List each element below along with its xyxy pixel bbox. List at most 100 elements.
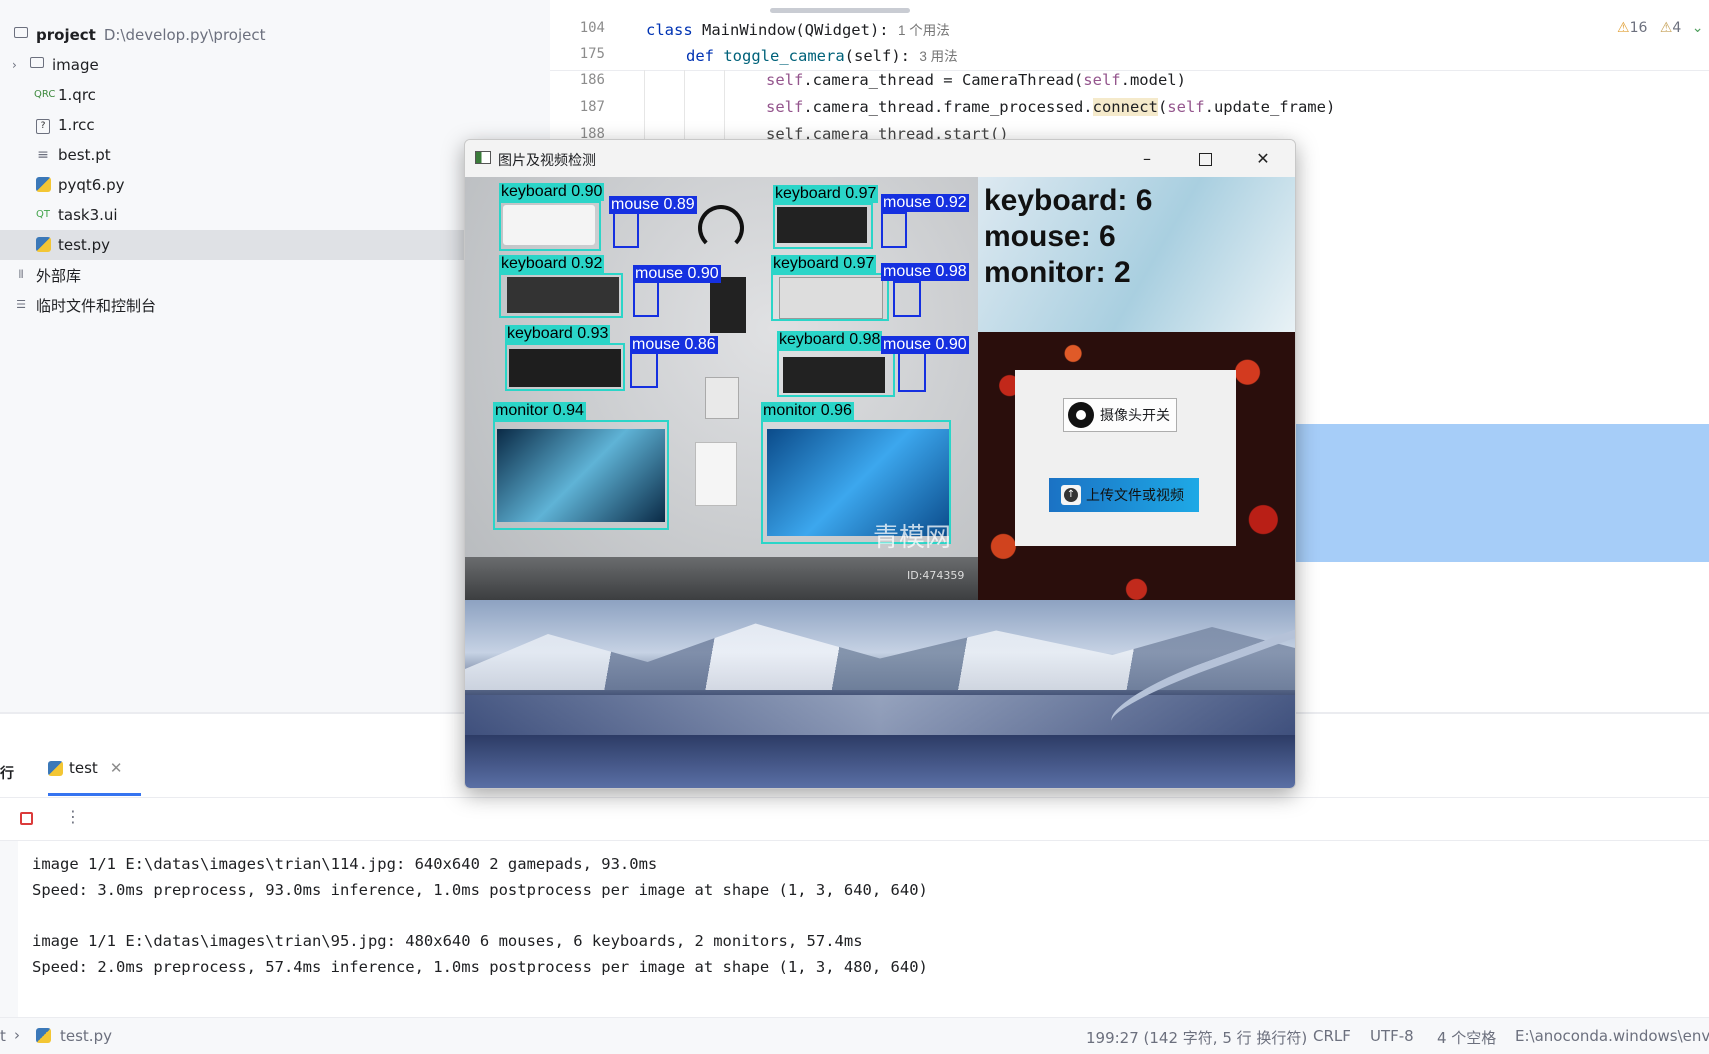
editor-drag-handle[interactable] <box>770 8 910 13</box>
breadcrumb-start[interactable]: t <box>0 1027 6 1045</box>
tree-item-best-pt[interactable]: ≡ best.pt <box>34 140 499 170</box>
tree-item-scratches[interactable]: ☰ 临时文件和控制台 <box>12 290 477 320</box>
code-text: (self): <box>844 47 910 65</box>
landscape-background <box>465 600 1295 788</box>
bbox-label: keyboard 0.92 <box>499 255 605 273</box>
counts-panel: keyboard: 6 mouse: 6 monitor: 2 <box>978 177 1295 332</box>
tree-item-task3-ui[interactable]: QT task3.ui <box>34 200 499 230</box>
sticky-class-line[interactable]: class MainWindow(QWidget): 1 个用法 <box>646 19 950 39</box>
tree-item-label: pyqt6.py <box>58 176 125 194</box>
controls-area: 摄像头开关 ↑ 上传文件或视频 <box>1015 370 1236 546</box>
code-text: .camera_thread = CameraThread( <box>803 71 1084 89</box>
chevron-right-icon[interactable]: › <box>12 58 24 72</box>
detection-window[interactable]: 图片及视频检测 – ✕ keyboard 0.90 mouse 0.89 key… <box>464 139 1296 789</box>
file-encoding[interactable]: UTF-8 <box>1370 1027 1414 1045</box>
console-line: Speed: 3.0ms preprocess, 93.0ms inferenc… <box>32 881 928 899</box>
weak-warning-count: 4 <box>1672 20 1682 36</box>
line-separator[interactable]: CRLF <box>1313 1027 1351 1045</box>
close-icon[interactable]: ✕ <box>1235 140 1291 177</box>
bbox-label: keyboard 0.97 <box>773 185 879 203</box>
folder-icon <box>28 57 46 73</box>
bbox-label: mouse 0.92 <box>881 194 969 212</box>
bbox-mouse <box>633 281 659 317</box>
usage-hint[interactable]: 3 用法 <box>919 49 957 64</box>
python-file-icon <box>48 760 63 776</box>
code-text: .model) <box>1120 71 1186 89</box>
bbox-label: mouse 0.89 <box>609 196 697 214</box>
indent-guide <box>684 70 685 140</box>
project-root[interactable]: project D:\develop.py\project <box>12 20 477 50</box>
breadcrumb-file[interactable]: test.py <box>60 1027 112 1045</box>
tab-test[interactable]: test ✕ <box>48 759 122 777</box>
console-line: image 1/1 E:\datas\images\trian\114.jpg:… <box>32 855 658 873</box>
code-line-186[interactable]: self.camera_thread = CameraThread(self.m… <box>766 71 1186 89</box>
tree-item-test-py[interactable]: test.py <box>0 230 465 260</box>
interpreter[interactable]: E:\anoconda.windows\envs <box>1515 1027 1709 1045</box>
tree-item-qrc[interactable]: QRC 1.qrc <box>34 80 499 110</box>
inspection-widget[interactable]: ⚠16 ⚠4 ⌄ <box>1617 20 1704 36</box>
console-line: image 1/1 E:\datas\images\trian\95.jpg: … <box>32 932 863 950</box>
minimize-icon[interactable]: – <box>1119 140 1175 177</box>
bbox-keyboard <box>777 349 895 397</box>
tab-label: test <box>69 759 98 777</box>
python-file-icon <box>34 177 52 193</box>
maximize-icon[interactable] <box>1177 140 1233 177</box>
library-icon: ⫴ <box>18 268 24 281</box>
qt-file-icon: QT <box>36 209 50 220</box>
line-number: 175 <box>579 46 605 62</box>
bbox-monitor <box>493 420 669 530</box>
usage-hint[interactable]: 1 个用法 <box>898 23 950 38</box>
camera-button-label: 摄像头开关 <box>1100 408 1170 424</box>
status-bar: t › test.py 199:27 (142 字符, 5 行 换行符) CRL… <box>0 1017 1709 1054</box>
bbox-label: keyboard 0.93 <box>505 325 611 343</box>
caret-position[interactable]: 199:27 (142 字符, 5 行 换行符) <box>1086 1027 1307 1048</box>
code-text: MainWindow(QWidget): <box>692 21 889 39</box>
tree-item-external-libs[interactable]: ⫴ 外部库 <box>12 260 477 290</box>
upload-button-label: 上传文件或视频 <box>1086 488 1184 504</box>
indent-guide <box>644 70 645 140</box>
upload-button[interactable]: ↑ 上传文件或视频 <box>1049 478 1199 512</box>
tree-item-label: 外部库 <box>36 266 82 285</box>
bbox-label: monitor 0.96 <box>761 402 854 420</box>
weak-warning-icon: ⚠ <box>1659 20 1673 36</box>
line-number: 186 <box>579 72 605 88</box>
warning-icon: ⚠ <box>1617 20 1630 36</box>
bbox-mouse <box>898 352 926 392</box>
more-options-icon[interactable]: ⋮ <box>65 807 81 826</box>
bbox-keyboard <box>499 201 601 251</box>
tree-item-label: test.py <box>58 236 110 254</box>
close-icon[interactable]: ✕ <box>110 759 123 777</box>
bbox-label: keyboard 0.98 <box>777 331 883 349</box>
upload-icon: ↑ <box>1061 485 1081 505</box>
camera-toggle-button[interactable]: 摄像头开关 <box>1063 398 1177 432</box>
image-id: ID:474359 <box>907 569 965 582</box>
window-titlebar[interactable]: 图片及视频检测 – ✕ <box>465 140 1295 177</box>
bbox-mouse <box>893 281 921 317</box>
indent-setting[interactable]: 4 个空格 <box>1437 1027 1496 1048</box>
bbox-keyboard <box>773 203 873 249</box>
folder-icon <box>12 27 30 43</box>
detection-image: keyboard 0.90 mouse 0.89 keyboard 0.97 m… <box>465 177 978 600</box>
sticky-def-line[interactable]: def toggle_camera(self): 3 用法 <box>686 45 958 65</box>
tree-item-pyqt6[interactable]: pyqt6.py <box>34 170 499 200</box>
camera-icon <box>1068 402 1094 428</box>
scratches-icon: ☰ <box>16 298 26 311</box>
run-tool-label[interactable]: 行 <box>0 763 14 783</box>
qrc-file-icon: QRC <box>34 89 56 100</box>
code-text: .update_frame) <box>1204 98 1336 116</box>
stop-icon[interactable] <box>20 812 33 825</box>
line-number: 187 <box>579 99 605 115</box>
bbox-label: mouse 0.90 <box>633 265 721 283</box>
tree-item-rcc[interactable]: ? 1.rcc <box>34 110 499 140</box>
highlighted-method: connect <box>1092 98 1158 116</box>
unknown-file-icon: ? <box>34 117 52 134</box>
button-panel: 摄像头开关 ↑ 上传文件或视频 <box>978 332 1295 600</box>
tree-item-image[interactable]: › image <box>12 50 477 80</box>
bbox-label: mouse 0.90 <box>881 336 969 354</box>
bbox-label: monitor 0.94 <box>493 402 586 420</box>
bbox-label: keyboard 0.97 <box>771 255 877 273</box>
bbox-mouse <box>881 212 907 248</box>
chevron-down-icon[interactable]: ⌄ <box>1692 20 1704 36</box>
bbox-label: mouse 0.98 <box>881 263 969 281</box>
code-line-187[interactable]: self.camera_thread.frame_processed.conne… <box>766 98 1335 116</box>
